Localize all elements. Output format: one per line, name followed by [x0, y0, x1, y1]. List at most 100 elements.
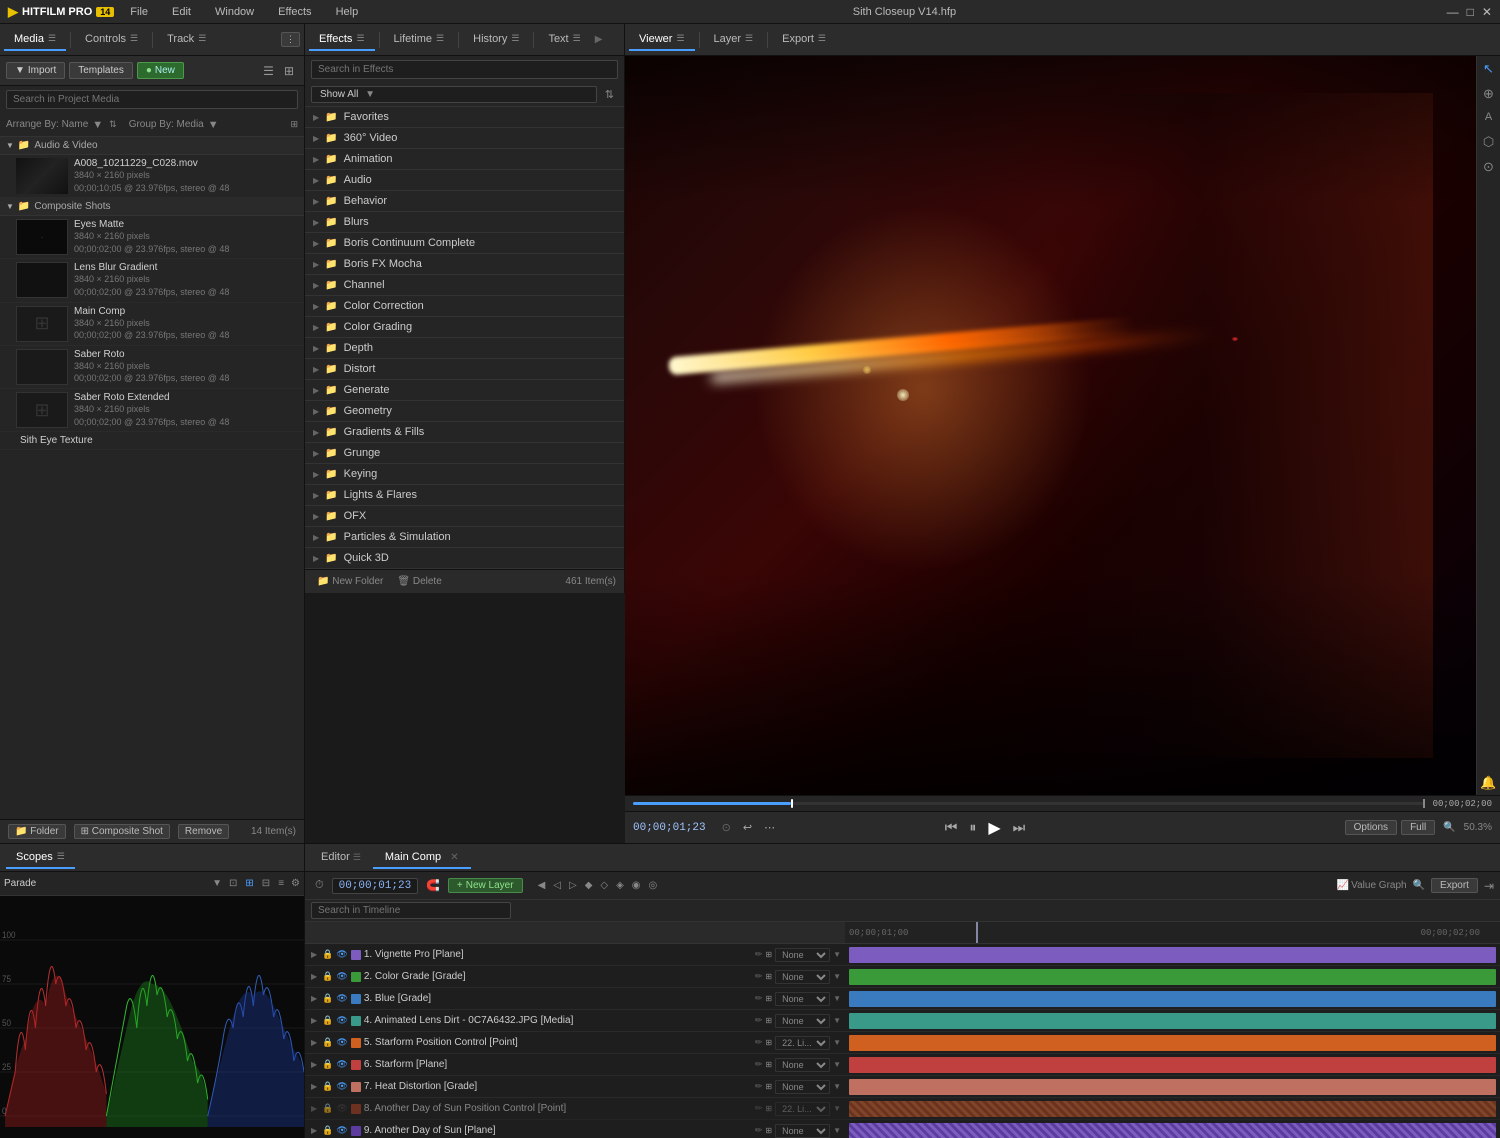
effects-filter-btn[interactable]: Show All ▼: [311, 86, 597, 103]
edit-icon[interactable]: ✏: [755, 1125, 763, 1136]
group-composite-shots[interactable]: ▼ 📁 Composite Shots: [0, 198, 304, 216]
tab-effects[interactable]: Effects ☰: [309, 29, 375, 51]
value-graph-btn[interactable]: 📈 Value Graph: [1337, 880, 1407, 891]
edit-icon[interactable]: ✏: [755, 1015, 763, 1026]
tl-time-icon[interactable]: ⏱: [311, 878, 328, 893]
maximize-button[interactable]: □: [1467, 5, 1474, 19]
blend-select[interactable]: None: [775, 970, 830, 984]
tab-viewer[interactable]: Viewer ☰: [629, 29, 695, 51]
scrubber-handle[interactable]: [791, 799, 793, 808]
tl-kf-nav-1[interactable]: ◁: [550, 879, 564, 892]
scope-settings-icon[interactable]: ▼: [212, 878, 222, 889]
tab-main-comp[interactable]: Main Comp ✕: [373, 847, 471, 869]
grid-view-btn[interactable]: ⊞: [280, 62, 298, 80]
tl-snap-btn[interactable]: 🧲: [422, 878, 444, 893]
edit-icon[interactable]: ✏: [755, 949, 763, 960]
edit-icon[interactable]: ✏: [755, 993, 763, 1004]
effect-cat-360video[interactable]: ▶ 📁 360° Video: [305, 128, 624, 149]
minimize-button[interactable]: —: [1447, 5, 1459, 19]
eye-icon[interactable]: 👁: [336, 1015, 347, 1026]
expand-icon[interactable]: ▶: [309, 1126, 319, 1135]
tl-kf-add-btn[interactable]: ◆: [582, 879, 596, 892]
eye-icon[interactable]: 👁: [336, 971, 347, 982]
list-item[interactable]: A008_10211229_C028.mov 3840 × 2160 pixel…: [0, 155, 304, 198]
menu-file[interactable]: File: [126, 4, 152, 20]
eye-icon[interactable]: 👁: [336, 949, 347, 960]
effect-cat-distort[interactable]: ▶ 📁 Distort: [305, 359, 624, 380]
blend-arrow[interactable]: ▼: [833, 1060, 841, 1069]
effect-cat-behavior[interactable]: ▶ 📁 Behavior: [305, 191, 624, 212]
templates-button[interactable]: Templates: [69, 62, 133, 79]
expand-icon[interactable]: ▶: [309, 1104, 319, 1113]
new-folder-btn[interactable]: 📁 New Folder: [313, 576, 387, 587]
close-tab-btn[interactable]: ✕: [450, 852, 458, 863]
tl-kf-del-btn[interactable]: ◇: [597, 879, 611, 892]
effect-cat-animation[interactable]: ▶ 📁 Animation: [305, 149, 624, 170]
lock-icon[interactable]: 🔒: [322, 1103, 333, 1114]
lock-icon[interactable]: 🔒: [322, 949, 333, 960]
effect-cat-depth[interactable]: ▶ 📁 Depth: [305, 338, 624, 359]
tab-scopes[interactable]: Scopes ☰: [6, 847, 75, 869]
transform-tool-btn[interactable]: ⊕: [1481, 85, 1496, 102]
scrubber-track[interactable]: [633, 802, 1425, 805]
effect-cat-blurs[interactable]: ▶ 📁 Blurs: [305, 212, 624, 233]
tab-media[interactable]: Media ☰: [4, 29, 66, 51]
effect-cat-audio[interactable]: ▶ 📁 Audio: [305, 170, 624, 191]
tl-expand-btn[interactable]: ⇥: [1484, 879, 1494, 893]
effect-cat-boris[interactable]: ▶ 📁 Boris Continuum Complete: [305, 233, 624, 254]
tl-kf-nav-5[interactable]: ◎: [646, 879, 661, 892]
blend-arrow[interactable]: ▼: [833, 972, 841, 981]
effect-cat-channel[interactable]: ▶ 📁 Channel: [305, 275, 624, 296]
expand-icon[interactable]: ▶: [309, 1082, 319, 1091]
blend-arrow[interactable]: ▼: [833, 1104, 841, 1113]
arrange-dropdown-icon[interactable]: ▼: [92, 119, 103, 131]
lock-icon[interactable]: 🔒: [322, 1059, 333, 1070]
menu-help[interactable]: Help: [332, 4, 363, 20]
effect-cat-favorites[interactable]: ▶ 📁 Favorites: [305, 107, 624, 128]
tl-search-btn[interactable]: 🔍: [1413, 880, 1425, 891]
filter-sort-icon[interactable]: ⇅: [601, 88, 618, 101]
eye-icon[interactable]: 👁: [336, 1103, 347, 1114]
blend-arrow[interactable]: ▼: [833, 1016, 841, 1025]
bell-tool-btn[interactable]: 🔔: [1478, 774, 1498, 791]
new-layer-btn[interactable]: + New Layer: [448, 878, 523, 893]
lock-icon[interactable]: 🔒: [322, 1015, 333, 1026]
menu-effects[interactable]: Effects: [274, 4, 315, 20]
effect-cat-lights-flares[interactable]: ▶ 📁 Lights & Flares: [305, 485, 624, 506]
expand-icon[interactable]: ▶: [309, 950, 319, 959]
expand-icon[interactable]: ▶: [309, 1060, 319, 1069]
expand-icon[interactable]: ▶: [309, 1038, 319, 1047]
effect-cat-generate[interactable]: ▶ 📁 Generate: [305, 380, 624, 401]
panel-menu-btn[interactable]: ⋮: [281, 32, 300, 47]
text-tool-btn[interactable]: A: [1483, 110, 1494, 125]
tl-kf-nav-3[interactable]: ◈: [613, 879, 627, 892]
edit-icon[interactable]: ✏: [755, 1103, 763, 1114]
group-audio-video[interactable]: ▼ 📁 Audio & Video: [0, 137, 304, 155]
expand-icon[interactable]: ▶: [309, 972, 319, 981]
effect-cat-ofx[interactable]: ▶ 📁 OFX: [305, 506, 624, 527]
mask-tool-btn[interactable]: ⬡: [1481, 133, 1496, 150]
tl-kf-nav-2[interactable]: ▷: [566, 879, 580, 892]
list-item[interactable]: ⊞ Main Comp 3840 × 2160 pixels00;00;02;0…: [0, 303, 304, 346]
lock-icon[interactable]: 🔒: [322, 971, 333, 982]
blend-arrow[interactable]: ▼: [833, 950, 841, 959]
tab-text[interactable]: Text ☰: [538, 29, 590, 51]
eye-icon[interactable]: 👁: [336, 1037, 347, 1048]
effect-cat-borisfx[interactable]: ▶ 📁 Boris FX Mocha: [305, 254, 624, 275]
list-item[interactable]: ⊞ Saber Roto Extended 3840 × 2160 pixels…: [0, 389, 304, 432]
scope-view-3[interactable]: ⊟: [259, 877, 273, 890]
tab-export[interactable]: Export ☰: [772, 29, 836, 51]
group-dropdown-icon[interactable]: ▼: [208, 119, 219, 131]
blend-arrow[interactable]: ▼: [833, 1082, 841, 1091]
eye-icon[interactable]: 👁: [336, 1125, 347, 1136]
tl-timecode[interactable]: 00;00;01;23: [332, 878, 419, 894]
viewer-loop-btn[interactable]: ↩: [739, 819, 756, 836]
effects-search-input[interactable]: [311, 60, 618, 79]
tab-controls[interactable]: Controls ☰: [75, 29, 148, 51]
tab-history[interactable]: History ☰: [463, 29, 529, 51]
more-tabs-btn[interactable]: ▶: [591, 30, 607, 49]
menu-edit[interactable]: Edit: [168, 4, 195, 20]
effect-cat-particles[interactable]: ▶ 📁 Particles & Simulation: [305, 527, 624, 548]
blend-select[interactable]: None: [775, 1058, 830, 1072]
effect-cat-quick3d[interactable]: ▶ 📁 Quick 3D: [305, 548, 624, 569]
